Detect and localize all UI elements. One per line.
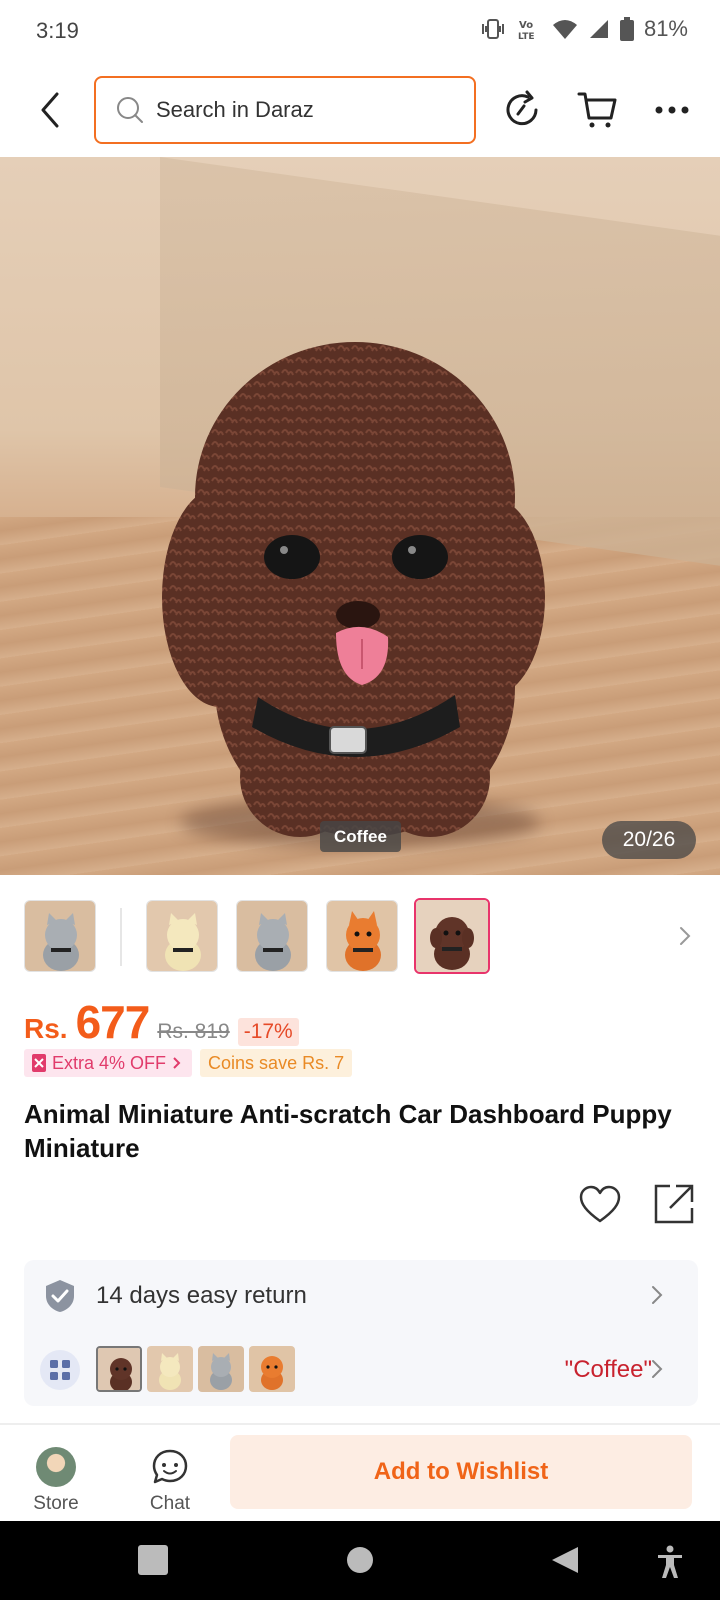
coins-promo[interactable]: Coins save Rs. 7 [200, 1049, 353, 1077]
product-title: Animal Miniature Anti-scratch Car Dashbo… [24, 1099, 672, 1163]
home-icon[interactable] [346, 1545, 374, 1575]
thumbnail-grey-kitten-2[interactable] [236, 900, 308, 972]
top-bar: Search in Daraz [0, 64, 720, 156]
variants-row[interactable]: "Coffee" [24, 1330, 698, 1406]
orange-pomeranian-image [249, 1346, 295, 1392]
price-row: Rs. 677 Rs. 819 -17% [24, 995, 299, 1048]
price-current: 677 [75, 996, 151, 1048]
grey-kitten-image [25, 901, 95, 971]
store-avatar [36, 1447, 76, 1487]
thumbnail-grey-kitten[interactable] [24, 900, 96, 972]
store-button[interactable]: Store [8, 1425, 104, 1521]
more-options-button[interactable] [648, 86, 696, 134]
signal-icon [589, 20, 608, 38]
chevron-right-icon [173, 1057, 181, 1069]
poodle-figurine-image [162, 342, 545, 837]
cart-icon [577, 92, 617, 128]
volte-icon: VoLTE [518, 20, 535, 41]
price-original: Rs. 819 [157, 1020, 230, 1043]
voucher-icon [32, 1054, 46, 1072]
service-card: 14 days easy return "Coffee" [24, 1260, 698, 1406]
status-icons: Vo LTE 81% [480, 16, 688, 42]
return-policy-label: 14 days easy return [96, 1282, 307, 1309]
grey-kitten-image [198, 1346, 244, 1392]
cream-kitten-image [147, 1346, 193, 1392]
refresh-button[interactable] [498, 86, 546, 134]
variant-thumb-grey-kitten[interactable] [198, 1346, 244, 1392]
chevron-left-icon [41, 92, 59, 128]
recents-icon[interactable] [138, 1545, 168, 1575]
back-button[interactable] [30, 86, 70, 134]
thumbnail-coffee-poodle[interactable] [414, 898, 490, 974]
cart-button[interactable] [574, 86, 622, 134]
voucher-label: Extra 4% OFF [52, 1053, 167, 1073]
back-nav-icon[interactable] [550, 1545, 580, 1575]
heart-icon[interactable] [578, 1183, 622, 1227]
promo-row: Extra 4% OFF Coins save Rs. 7 [24, 1049, 353, 1077]
status-time: 3:19 [36, 18, 79, 43]
search-placeholder: Search in Daraz [156, 97, 314, 122]
add-to-wishlist-button[interactable]: Add to Wishlist [230, 1435, 692, 1509]
battery-icon [619, 17, 634, 41]
orange-pomeranian-image [327, 901, 397, 971]
variant-thumb-coffee[interactable] [96, 1346, 142, 1392]
cream-kitten-image [147, 901, 217, 971]
store-label: Store [33, 1493, 79, 1514]
thumbnail-strip [0, 898, 720, 974]
coffee-poodle-image [98, 1348, 140, 1390]
chat-label: Chat [149, 1493, 191, 1514]
discount-badge: -17% [237, 1018, 299, 1046]
status-bar: 3:19 Vo LTE 81% [0, 0, 720, 64]
voucher-promo[interactable]: Extra 4% OFF [24, 1049, 193, 1077]
variant-caption: Coffee [320, 821, 401, 852]
chevron-right-icon[interactable] [676, 922, 696, 950]
image-counter: 20/26 [602, 821, 696, 859]
selected-variant-label: "Coffee" [564, 1356, 652, 1383]
coffee-poodle-image [416, 900, 488, 972]
thumbnail-orange-pomeranian[interactable] [326, 900, 398, 972]
search-input[interactable]: Search in Daraz [94, 76, 476, 144]
grey-kitten-image [237, 901, 307, 971]
variant-thumb-cream-kitten[interactable] [147, 1346, 193, 1392]
chevron-right-icon [652, 1360, 663, 1378]
more-icon [655, 106, 689, 114]
vibrate-icon [481, 19, 504, 39]
variant-thumb-orange-pomeranian[interactable] [249, 1346, 295, 1392]
thumbnail-separator [120, 908, 122, 966]
price-currency: Rs. [24, 1013, 68, 1044]
variants-grid-icon [40, 1350, 80, 1390]
wifi-icon [552, 20, 577, 39]
accessibility-icon[interactable] [656, 1545, 684, 1579]
svg-text:Vo: Vo [519, 20, 533, 31]
thumbnail-cream-kitten[interactable] [146, 900, 218, 972]
battery-percentage: 81% [643, 16, 688, 41]
product-image[interactable]: Coffee 20/26 [0, 157, 720, 875]
share-icon[interactable] [652, 1182, 696, 1226]
bottom-action-bar: Store Chat Add to Wishlist [0, 1425, 720, 1521]
svg-text:LTE: LTE [518, 32, 535, 41]
chevron-right-icon [652, 1286, 663, 1304]
return-policy-row[interactable]: 14 days easy return [24, 1260, 698, 1330]
system-navigation-bar [0, 1521, 720, 1600]
chat-icon [152, 1449, 188, 1484]
refresh-icon [506, 90, 538, 126]
chat-button[interactable]: Chat [122, 1425, 218, 1521]
search-icon [117, 97, 143, 123]
shield-check-icon [46, 1280, 74, 1312]
